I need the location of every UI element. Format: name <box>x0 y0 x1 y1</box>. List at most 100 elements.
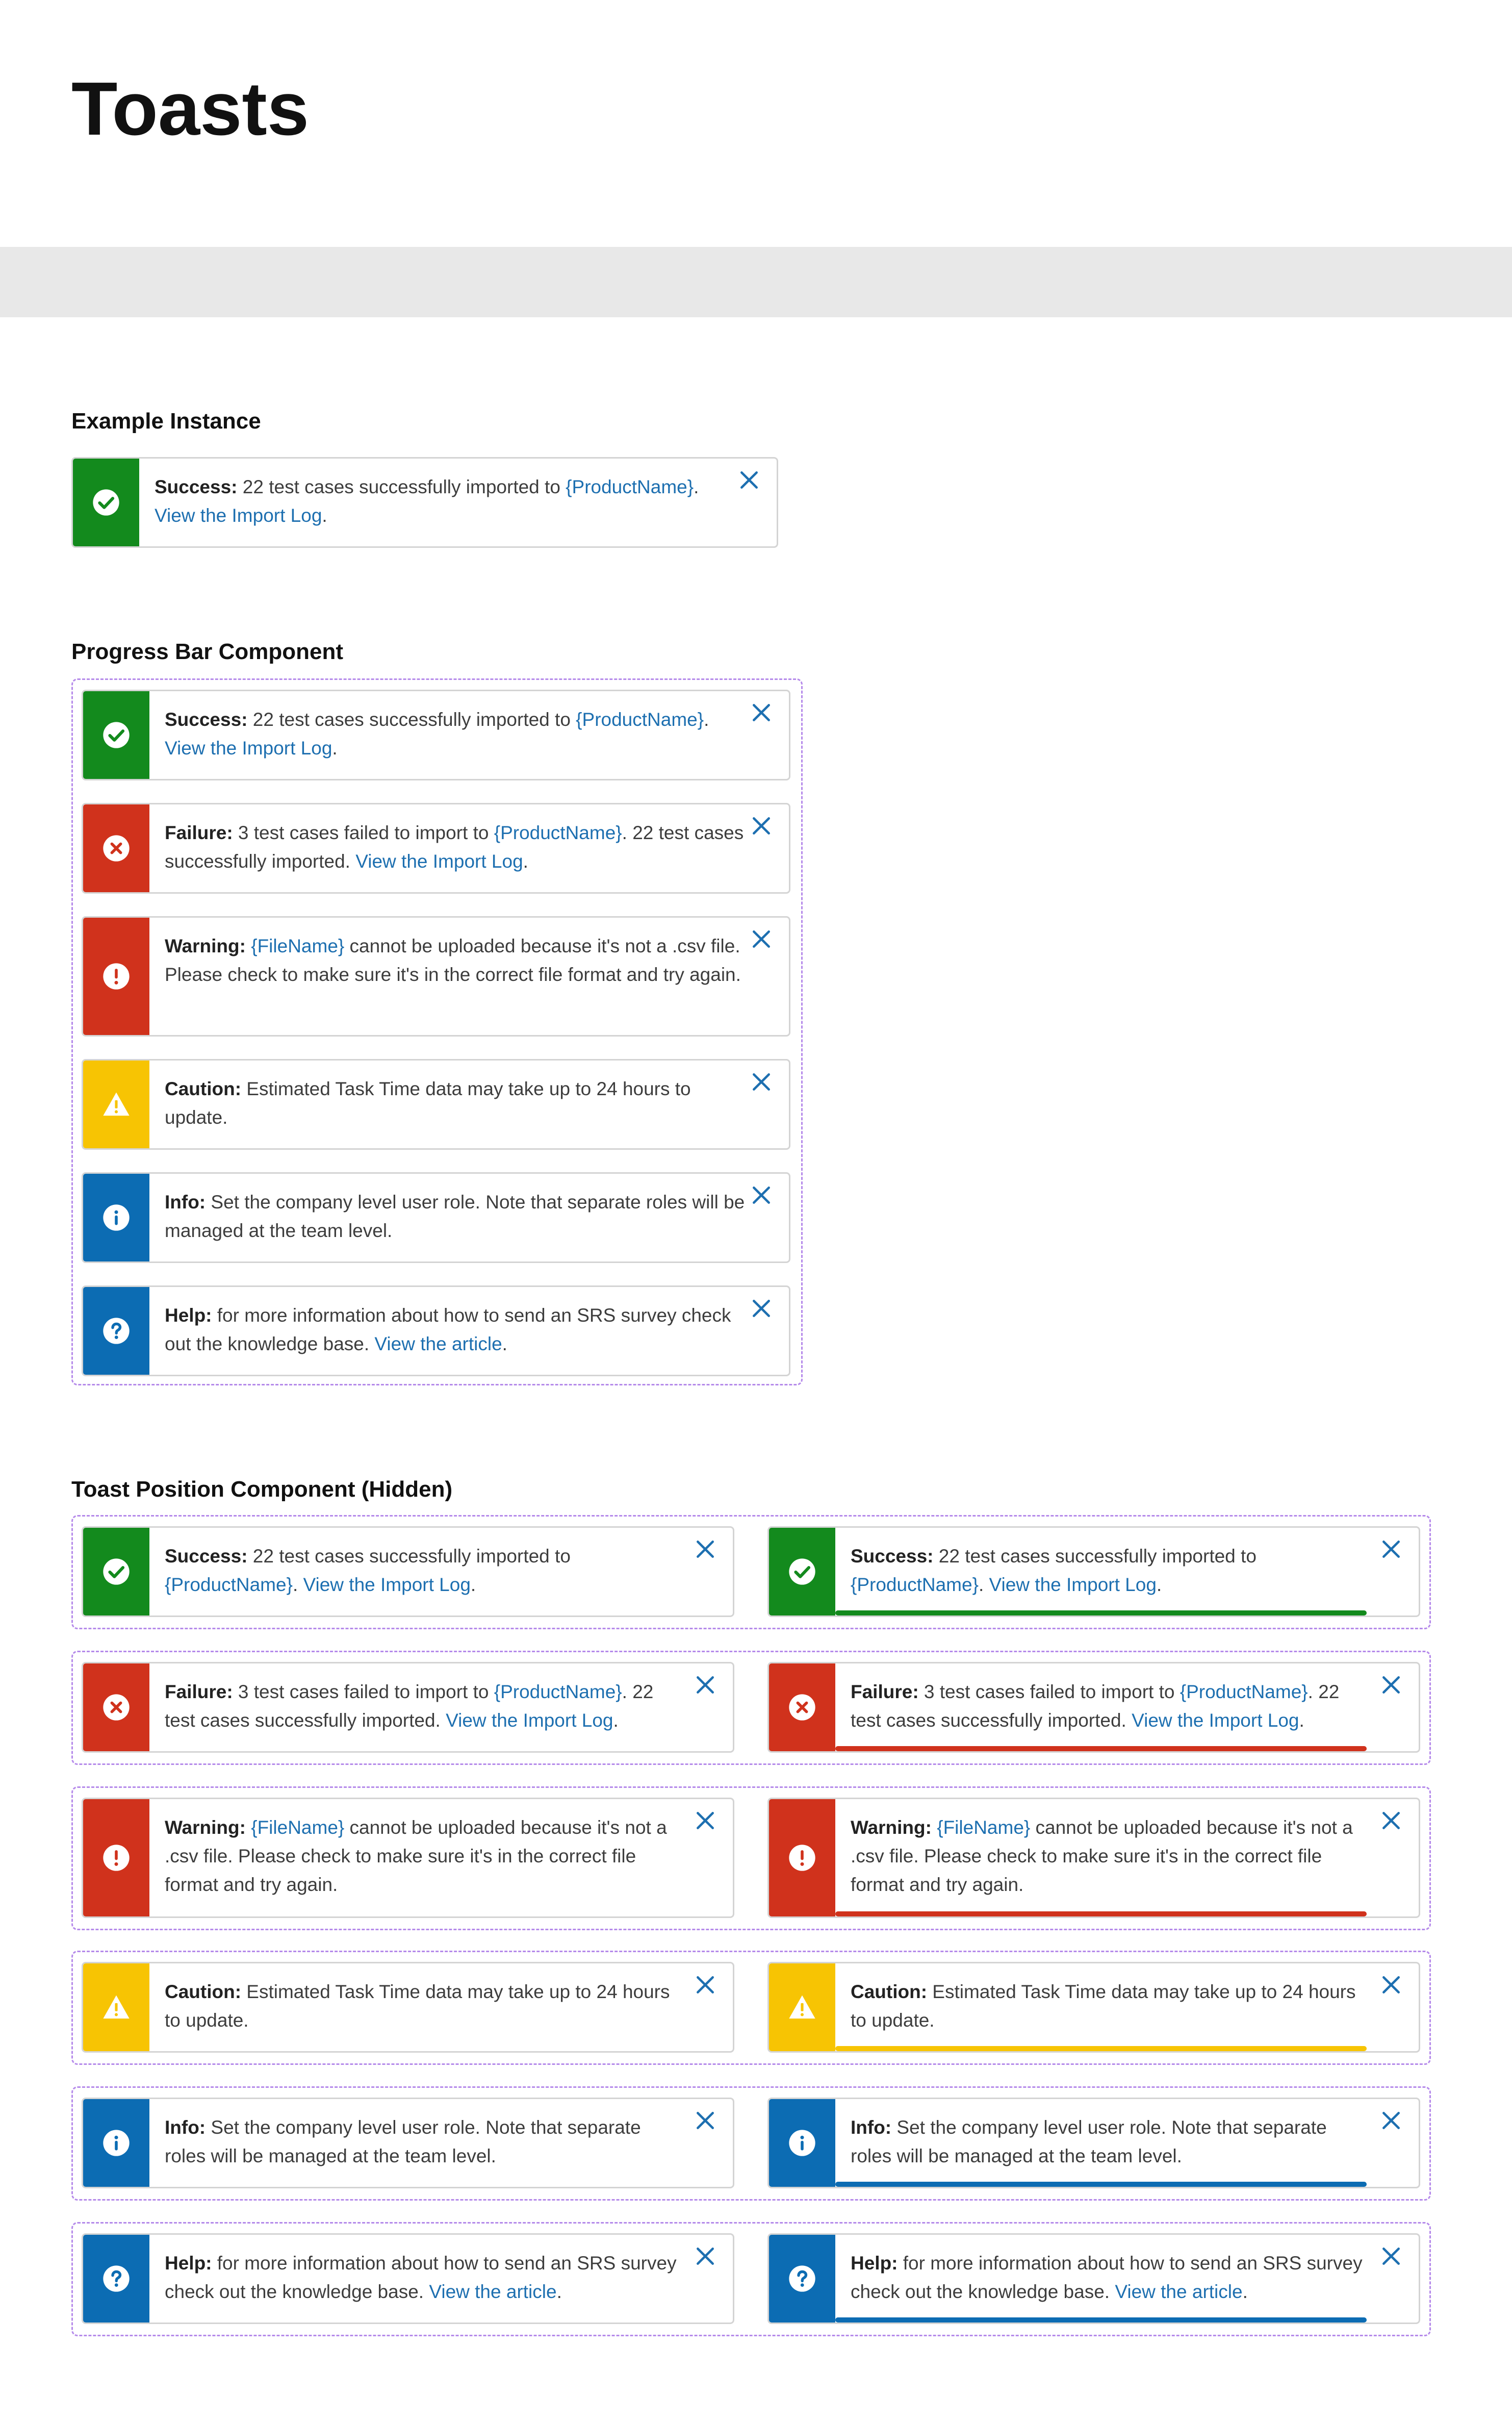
toast-link[interactable]: {FileName} <box>251 936 344 956</box>
toast-progress-bar <box>835 2317 1367 2323</box>
question-circle-icon <box>103 1318 130 1344</box>
toast-link[interactable]: View the Import Log <box>303 1574 471 1595</box>
toast-message: Caution: Estimated Task Time data may ta… <box>851 1978 1366 2035</box>
check-circle-icon <box>103 1558 130 1585</box>
toast-link[interactable]: View the Import Log <box>355 851 523 872</box>
toast-link[interactable]: View the article <box>374 1333 502 1354</box>
toast-link[interactable]: View the Import Log <box>1132 1710 1299 1731</box>
toast-label: Success: <box>851 1546 934 1567</box>
toast-link[interactable]: {ProductName} <box>851 1574 979 1595</box>
toast-link[interactable]: {FileName} <box>937 1817 1030 1838</box>
toast-status-band <box>83 1174 149 1261</box>
close-icon[interactable] <box>694 2109 716 2132</box>
toast-warning: Warning: {FileName} cannot be uploaded b… <box>767 1798 1420 1918</box>
close-icon[interactable] <box>750 1071 773 1093</box>
section-title-position: Toast Position Component (Hidden) <box>71 1477 453 1502</box>
toast-text: . <box>978 1574 989 1595</box>
close-icon[interactable] <box>1380 1538 1402 1560</box>
toast-failure: Failure: 3 test cases failed to import t… <box>82 1662 734 1753</box>
toast-status-band <box>83 1663 149 1751</box>
toast-label: Warning: <box>851 1817 932 1838</box>
close-icon[interactable] <box>750 815 773 837</box>
toast-text: . <box>502 1333 507 1354</box>
toast-message: Success: 22 test cases successfully impo… <box>165 1542 680 1599</box>
toast-failure: Failure: 3 test cases failed to import t… <box>767 1662 1420 1753</box>
toast-link[interactable]: {ProductName} <box>165 1574 293 1595</box>
close-icon[interactable] <box>694 1538 716 1560</box>
x-circle-icon <box>103 1694 130 1721</box>
toast-link[interactable]: View the Import Log <box>446 1710 613 1731</box>
toast-caution: Caution: Estimated Task Time data may ta… <box>82 1962 734 2053</box>
toast-text: Set the company level user role. Note th… <box>165 2117 641 2166</box>
toast-status-band <box>83 2099 149 2187</box>
toast-label: Info: <box>165 1192 206 1213</box>
section-title-example: Example Instance <box>71 409 261 434</box>
toast-success: Success: 22 test cases successfully impo… <box>767 1526 1420 1617</box>
toast-text <box>932 1817 937 1838</box>
header-band <box>0 247 1512 317</box>
toast-message: Success: 22 test cases successfully impo… <box>155 473 726 530</box>
toast-success: Success: 22 test cases successfully impo… <box>82 690 790 780</box>
toast-label: Success: <box>165 1546 248 1567</box>
question-circle-icon <box>789 2265 815 2292</box>
toast-text: Estimated Task Time data may take up to … <box>165 1078 691 1128</box>
page-title: Toasts <box>71 67 310 151</box>
close-icon[interactable] <box>1380 2109 1402 2132</box>
info-circle-icon <box>103 1204 130 1231</box>
toast-message: Warning: {FileName} cannot be uploaded b… <box>851 1813 1366 1899</box>
close-icon[interactable] <box>694 1974 716 1996</box>
toast-text: . <box>470 1574 476 1595</box>
toast-message: Success: 22 test cases successfully impo… <box>851 1542 1366 1599</box>
x-circle-icon <box>103 835 130 862</box>
close-icon[interactable] <box>738 469 760 491</box>
warning-triangle-icon <box>789 1995 815 2019</box>
toast-link[interactable]: View the article <box>429 2281 556 2302</box>
toast-label: Caution: <box>165 1981 242 2002</box>
toast-label: Help: <box>851 2253 898 2274</box>
close-icon[interactable] <box>750 1297 773 1320</box>
toast-link[interactable]: {ProductName} <box>494 822 622 843</box>
close-icon[interactable] <box>1380 1809 1402 1832</box>
toast-link[interactable]: View the article <box>1115 2281 1242 2302</box>
toast-label: Failure: <box>165 1681 233 1702</box>
toast-help: Help: for more information about how to … <box>82 1285 790 1376</box>
toast-link[interactable]: {ProductName} <box>576 709 704 730</box>
toast-link[interactable]: View the Import Log <box>155 505 322 526</box>
toast-text: 3 test cases failed to import to <box>233 822 494 843</box>
toast-label: Help: <box>165 1305 212 1326</box>
toast-message: Help: for more information about how to … <box>851 2249 1366 2306</box>
close-icon[interactable] <box>750 1184 773 1206</box>
close-icon[interactable] <box>1380 1674 1402 1696</box>
close-icon[interactable] <box>1380 1974 1402 1996</box>
toast-label: Info: <box>165 2117 206 2138</box>
toast-progress-bar <box>835 1911 1367 1916</box>
close-icon[interactable] <box>750 701 773 724</box>
toast-message: Caution: Estimated Task Time data may ta… <box>165 1075 746 1132</box>
toast-text: . <box>523 851 528 872</box>
toast-text: 22 test cases successfully imported to <box>247 709 576 730</box>
toast-text: 22 test cases successfully imported to <box>237 476 566 497</box>
toast-text <box>246 1817 251 1838</box>
close-icon[interactable] <box>750 928 773 950</box>
toast-help: Help: for more information about how to … <box>767 2233 1420 2324</box>
close-icon[interactable] <box>1380 2245 1402 2267</box>
close-icon[interactable] <box>694 1809 716 1832</box>
toast-label: Info: <box>851 2117 892 2138</box>
toast-message: Warning: {FileName} cannot be uploaded b… <box>165 932 746 989</box>
toast-message: Info: Set the company level user role. N… <box>165 2113 680 2170</box>
toast-text: Set the company level user role. Note th… <box>851 2117 1327 2166</box>
close-icon[interactable] <box>694 1674 716 1696</box>
toast-link[interactable]: View the Import Log <box>165 738 332 759</box>
toast-info: Info: Set the company level user role. N… <box>82 2098 734 2188</box>
toast-link[interactable]: {ProductName} <box>494 1681 622 1702</box>
info-circle-icon <box>103 2130 130 2156</box>
toast-link[interactable]: {ProductName} <box>566 476 694 497</box>
x-circle-icon <box>789 1694 815 1721</box>
close-icon[interactable] <box>694 2245 716 2267</box>
toast-link[interactable]: {ProductName} <box>1180 1681 1308 1702</box>
toast-link[interactable]: {FileName} <box>251 1817 344 1838</box>
check-circle-icon <box>103 722 130 748</box>
toast-link[interactable]: View the Import Log <box>989 1574 1157 1595</box>
toast-status-band <box>83 918 149 1035</box>
toast-status-band <box>83 1963 149 2051</box>
